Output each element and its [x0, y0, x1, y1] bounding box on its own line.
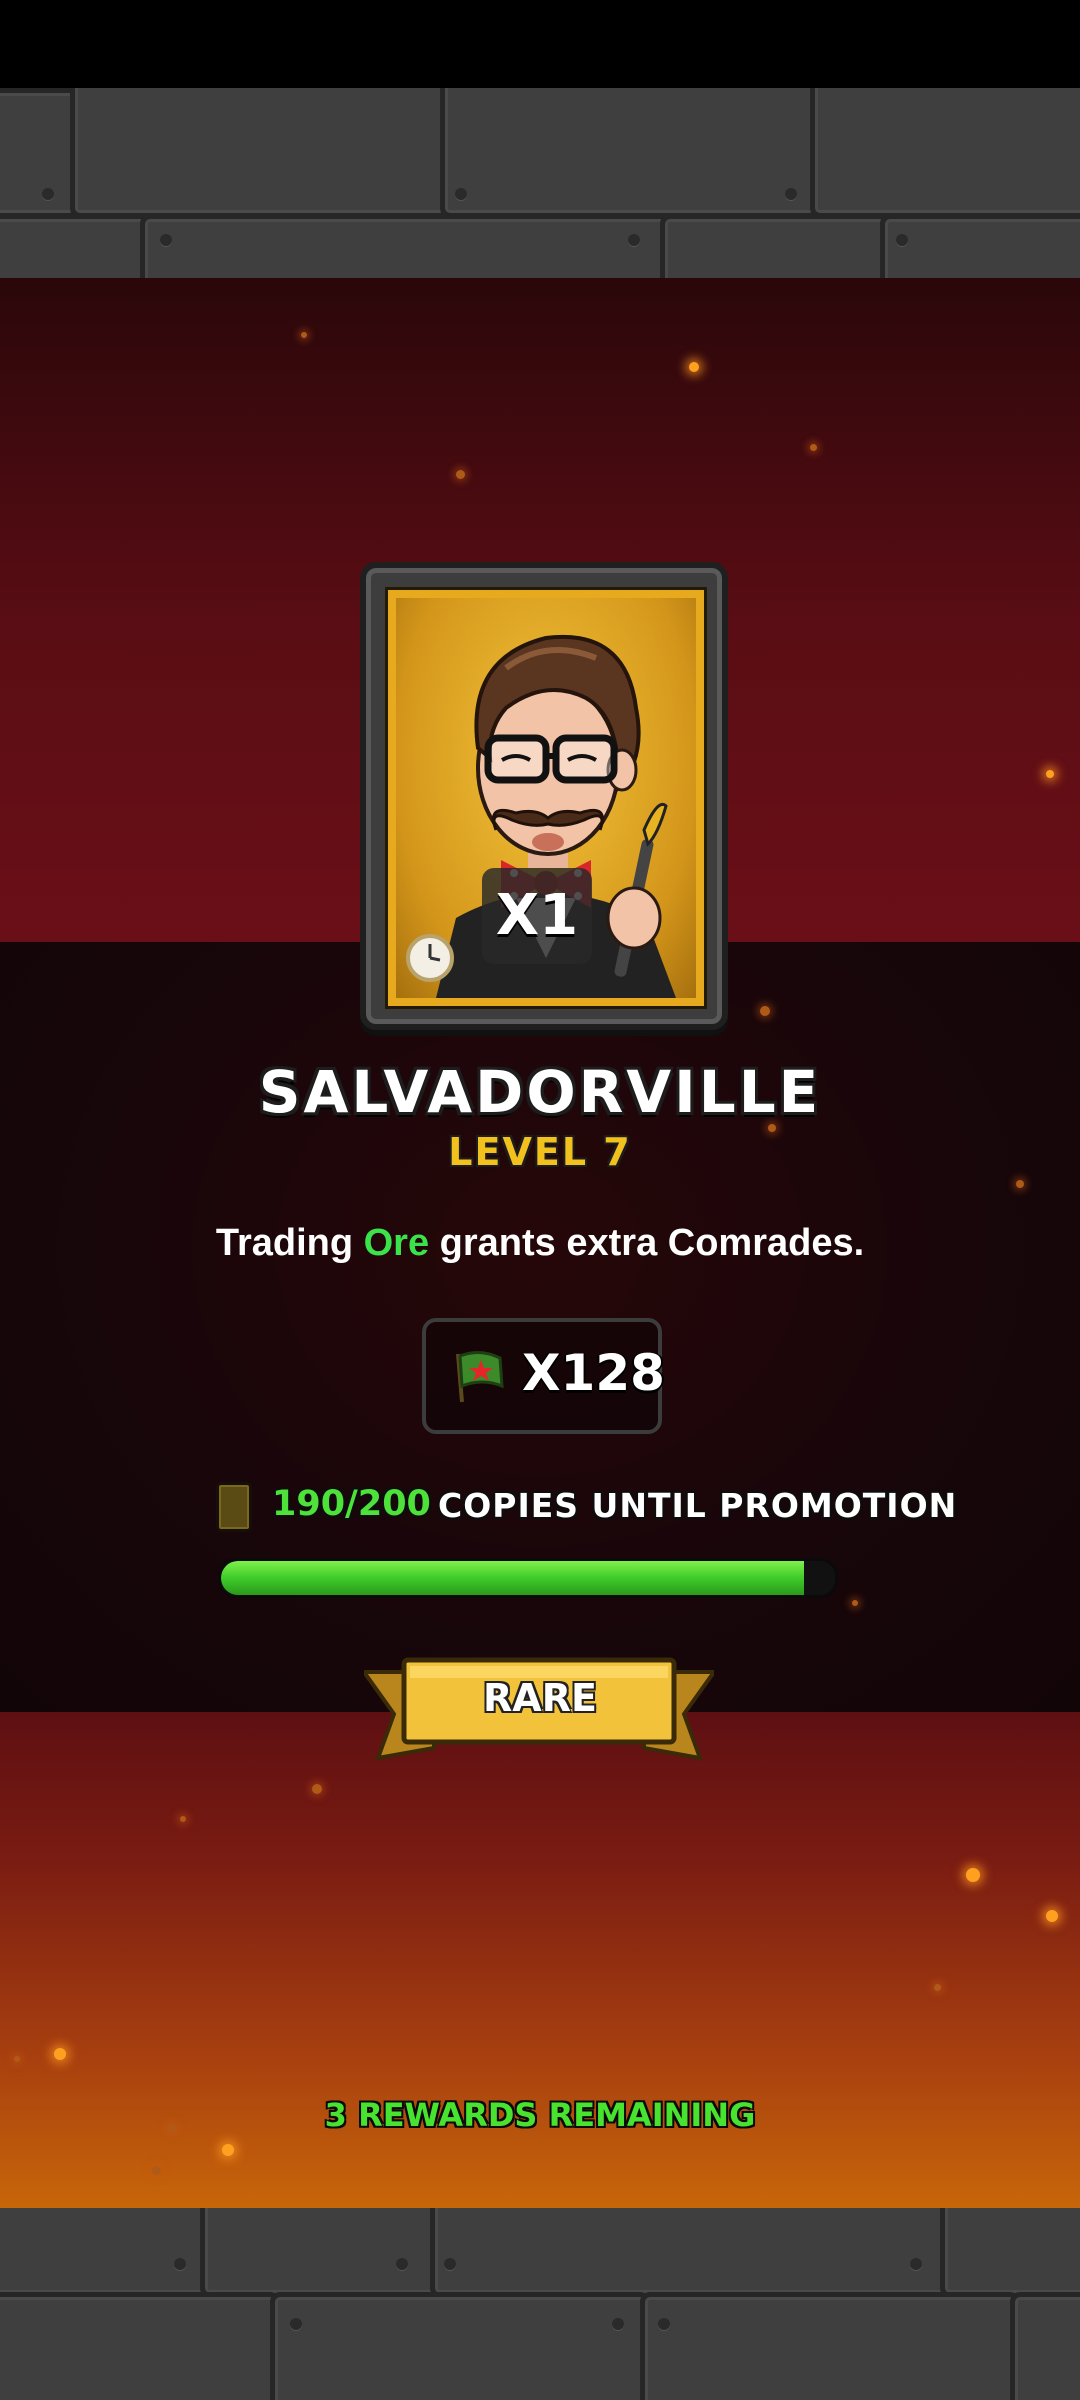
ember-spark: [14, 2056, 20, 2062]
promotion-progress-bar: [218, 1558, 838, 1598]
copies-count: 190/200: [272, 1484, 431, 1524]
card-quantity-badge: X1: [482, 868, 592, 964]
rewards-remaining-label[interactable]: 3 REWARDS REMAINING: [0, 2096, 1080, 2134]
ember-spark: [301, 332, 307, 338]
ember-spark: [1046, 1910, 1058, 1922]
ember-spark: [852, 1600, 858, 1606]
top-metal-border: [0, 88, 1080, 278]
ember-spark: [1046, 770, 1054, 778]
hero-level: LEVEL 7: [448, 1130, 632, 1174]
bottom-metal-border: [0, 2208, 1080, 2400]
ember-spark: [689, 362, 699, 372]
promotion-progress-fill: [221, 1561, 805, 1595]
ability-resource-highlight: Ore: [363, 1222, 430, 1264]
hero-name: SALVADORVILLE: [258, 1058, 822, 1126]
ember-spark: [934, 1984, 941, 1991]
promotion-progress-row: 190/200 COPIES UNTIL PROMOTION: [216, 1478, 956, 1538]
status-bar: [0, 0, 1080, 88]
ember-spark: [180, 1816, 186, 1822]
rarity-label: RARE: [483, 1676, 597, 1720]
ember-spark: [456, 470, 465, 479]
ember-spark: [152, 2166, 161, 2175]
ember-spark: [54, 2048, 66, 2060]
card-copies-icon: [216, 1482, 252, 1532]
copies-label: COPIES UNTIL PROMOTION: [438, 1486, 958, 1525]
ability-prefix: Trading: [215, 1222, 354, 1264]
ember-spark: [810, 444, 817, 451]
ability-description: Trading Ore grants extra Comrades.: [0, 1222, 1080, 1265]
reward-amount-box: X128: [422, 1318, 665, 1434]
ember-spark: [312, 1784, 322, 1794]
reward-count: X128: [522, 1344, 665, 1402]
red-star-flag-icon: [456, 1351, 504, 1403]
ember-spark: [1016, 1180, 1024, 1188]
ember-spark: [222, 2144, 234, 2156]
ability-suffix: grants extra Comrades.: [439, 1222, 865, 1264]
ember-spark: [760, 1006, 770, 1016]
ember-spark: [966, 1868, 980, 1882]
